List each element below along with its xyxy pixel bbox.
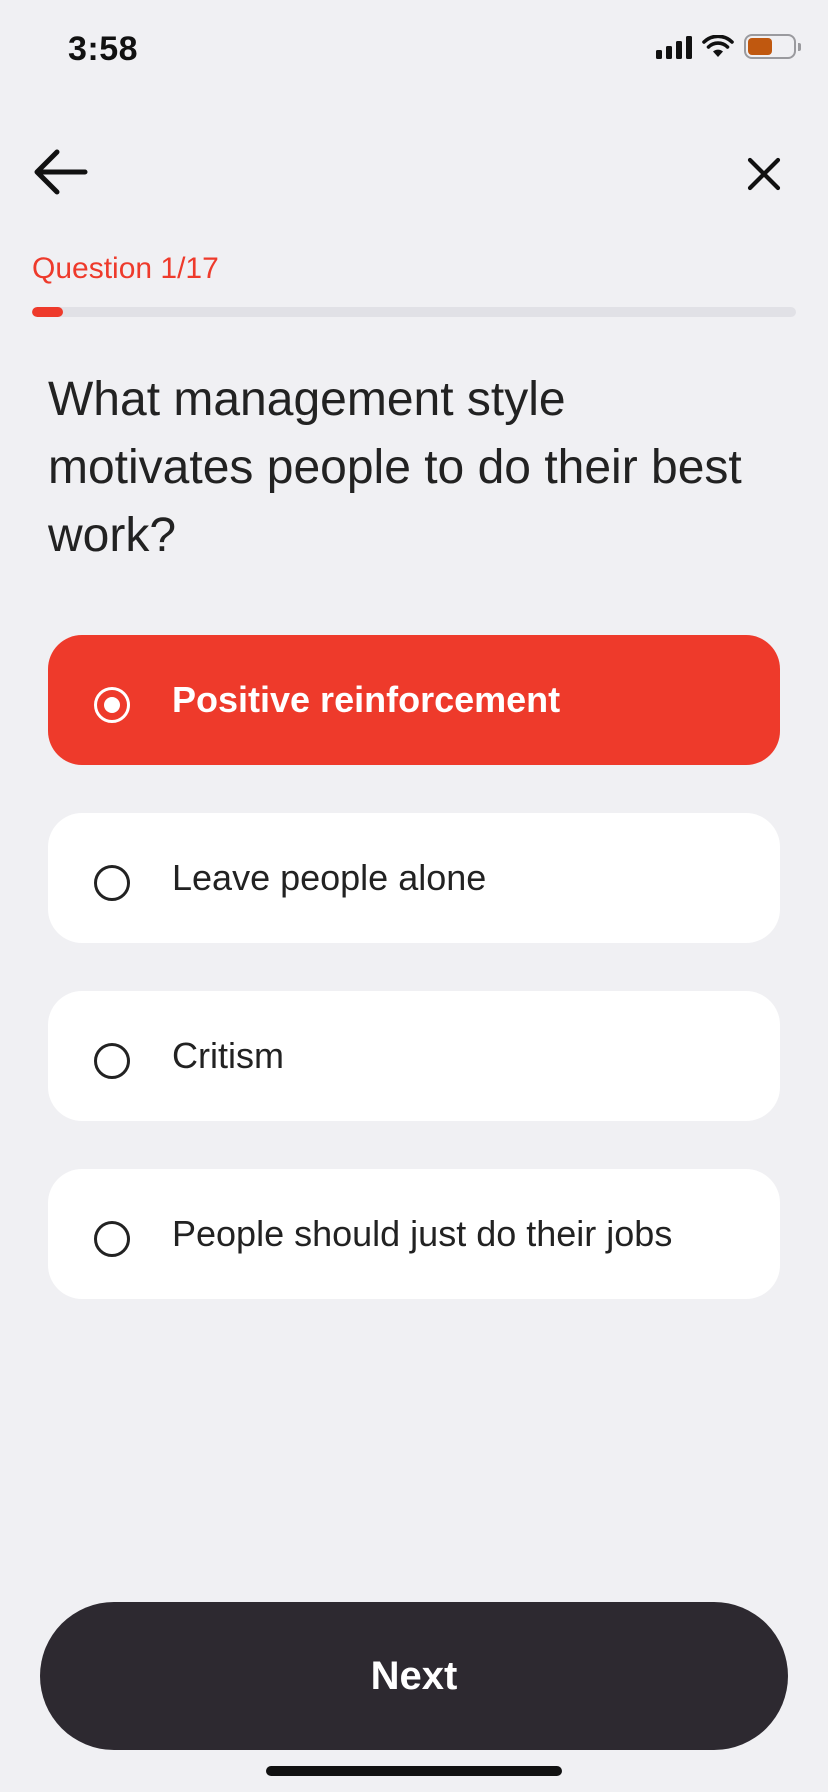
answer-option[interactable]: Critism	[48, 991, 780, 1121]
answer-option[interactable]: Leave people alone	[48, 813, 780, 943]
answer-label: Leave people alone	[172, 857, 487, 898]
answer-label: People should just do their jobs	[172, 1213, 673, 1254]
home-indicator	[266, 1766, 562, 1776]
back-button[interactable]	[28, 144, 92, 200]
answer-option[interactable]: Positive reinforcement	[48, 635, 780, 765]
radio-icon	[94, 1221, 130, 1257]
signal-icon	[656, 35, 692, 59]
battery-level	[748, 38, 773, 55]
question-counter: Question 1/17	[32, 252, 219, 285]
battery-icon	[744, 34, 801, 59]
answer-option[interactable]: People should just do their jobs	[48, 1169, 780, 1299]
progress-bar	[32, 307, 796, 317]
radio-icon	[94, 1043, 130, 1079]
wifi-icon	[702, 34, 734, 57]
quiz-screen: 3:58 Question 1/17 What management style…	[0, 0, 828, 1792]
close-icon	[747, 157, 781, 191]
answer-options: Positive reinforcement Leave people alon…	[48, 635, 780, 1347]
arrow-left-icon	[34, 149, 88, 195]
status-icons	[656, 34, 801, 59]
radio-icon	[94, 865, 130, 901]
progress-fill	[32, 307, 63, 317]
answer-label: Positive reinforcement	[172, 679, 561, 720]
next-button[interactable]: Next	[40, 1602, 788, 1750]
answer-label: Critism	[172, 1035, 284, 1076]
radio-icon	[94, 687, 130, 723]
question-text: What management style motivates people t…	[48, 373, 742, 562]
status-bar: 3:58	[0, 0, 828, 100]
close-button[interactable]	[740, 150, 788, 198]
status-time: 3:58	[68, 30, 139, 68]
